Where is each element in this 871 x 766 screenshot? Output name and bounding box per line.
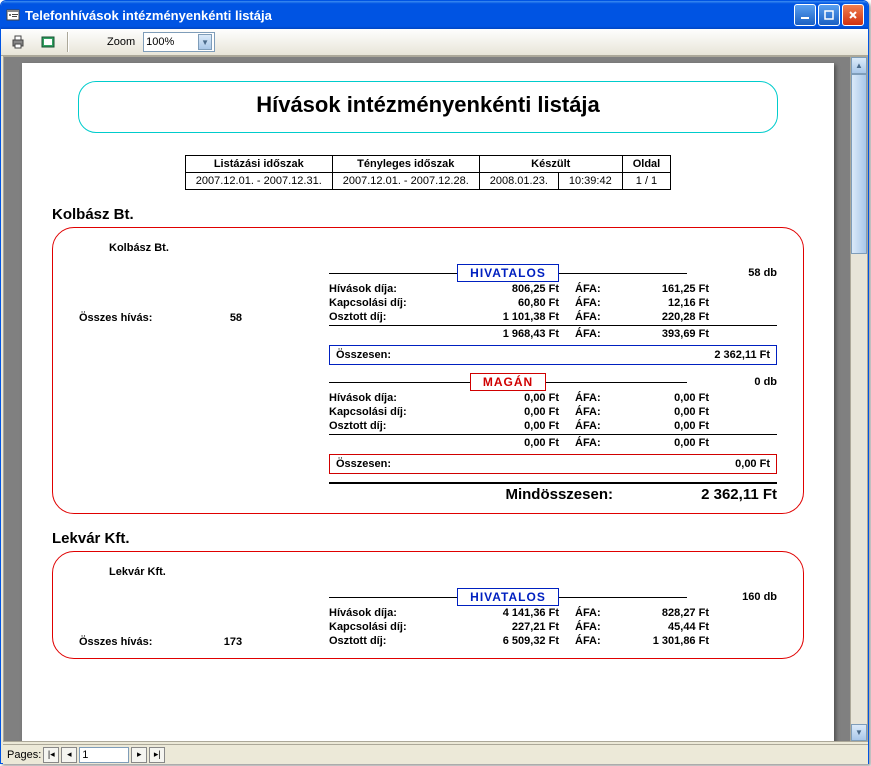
maximize-button[interactable] (818, 4, 840, 26)
zoom-value: 100% (146, 36, 174, 48)
info-header: Oldal (622, 156, 671, 173)
official-count: 160 (742, 591, 760, 603)
page-input[interactable] (79, 747, 129, 763)
export-button[interactable] (37, 31, 59, 53)
report-title: Hívások intézményenkénti listája (79, 92, 777, 118)
summary-left: Összes hívás: 173 (79, 586, 329, 648)
first-page-button[interactable]: |◂ (43, 747, 59, 763)
company-box: Lekvár Kft. Összes hívás: 173 HIVATALOS … (52, 551, 804, 659)
info-cell: 10:39:42 (558, 173, 622, 190)
report-viewer: Hívások intézményenkénti listája Listázá… (3, 56, 868, 742)
info-header: Tényleges időszak (332, 156, 479, 173)
category-badge-private: MAGÁN (470, 373, 546, 391)
zoom-select[interactable]: 100% ▼ (143, 32, 215, 52)
official-count: 58 (748, 267, 760, 279)
print-button[interactable] (7, 31, 29, 53)
report-page: Hívások intézményenkénti listája Listázá… (22, 63, 834, 742)
total-calls-value: 173 (192, 636, 242, 648)
detail-block: HIVATALOS 160 db Hívások díja:4 141,36 F… (329, 586, 777, 648)
app-icon (5, 7, 21, 23)
company-name: Kolbász Bt. (52, 206, 804, 223)
minimize-button[interactable] (794, 4, 816, 26)
pages-label: Pages: (7, 749, 41, 761)
info-cell: 2007.12.01. - 2007.12.31. (185, 173, 332, 190)
company-subname: Kolbász Bt. (109, 242, 777, 254)
zoom-label: Zoom (107, 36, 135, 48)
scroll-thumb[interactable] (851, 74, 867, 254)
total-calls-value: 58 (192, 312, 242, 324)
category-badge-official: HIVATALOS (457, 264, 559, 282)
info-table: Listázási időszak Tényleges időszak Kész… (185, 155, 671, 190)
window-title: Telefonhívások intézményenkénti listája (25, 8, 794, 23)
close-button[interactable] (842, 4, 864, 26)
private-count: 0 (754, 376, 760, 388)
pager-footer: Pages: |◂ ◂ ▸ ▸| (3, 744, 868, 764)
toolbar-separator (67, 32, 69, 52)
private-total: Összesen:0,00 Ft (329, 454, 777, 474)
dropdown-arrow-icon: ▼ (198, 34, 212, 50)
vertical-scrollbar[interactable]: ▲ ▼ (850, 57, 867, 741)
report-title-box: Hívások intézményenkénti listája (78, 81, 778, 133)
company-box: Kolbász Bt. Összes hívás: 58 HIVATALOS 5… (52, 227, 804, 514)
company-name: Lekvár Kft. (52, 530, 804, 547)
last-page-button[interactable]: ▸| (149, 747, 165, 763)
info-header: Listázási időszak (185, 156, 332, 173)
toolbar: Zoom 100% ▼ (1, 29, 868, 56)
info-cell: 1 / 1 (622, 173, 671, 190)
total-calls-label: Összes hívás: (79, 312, 189, 324)
grand-total-row: Mindösszesen:2 362,11 Ft (329, 484, 777, 503)
scroll-down-button[interactable]: ▼ (851, 724, 867, 741)
info-cell: 2007.12.01. - 2007.12.28. (332, 173, 479, 190)
company-subname: Lekvár Kft. (109, 566, 777, 578)
scroll-up-button[interactable]: ▲ (851, 57, 867, 74)
next-page-button[interactable]: ▸ (131, 747, 147, 763)
info-cell: 2008.01.23. (479, 173, 558, 190)
info-header: Készült (479, 156, 622, 173)
titlebar: Telefonhívások intézményenkénti listája (1, 1, 868, 29)
summary-left: Összes hívás: 58 (79, 262, 329, 503)
prev-page-button[interactable]: ◂ (61, 747, 77, 763)
category-badge-official: HIVATALOS (457, 588, 559, 606)
total-calls-label: Összes hívás: (79, 636, 189, 648)
detail-block: HIVATALOS 58 db Hívások díja:806,25 FtÁF… (329, 262, 777, 503)
official-total: Összesen:2 362,11 Ft (329, 345, 777, 365)
